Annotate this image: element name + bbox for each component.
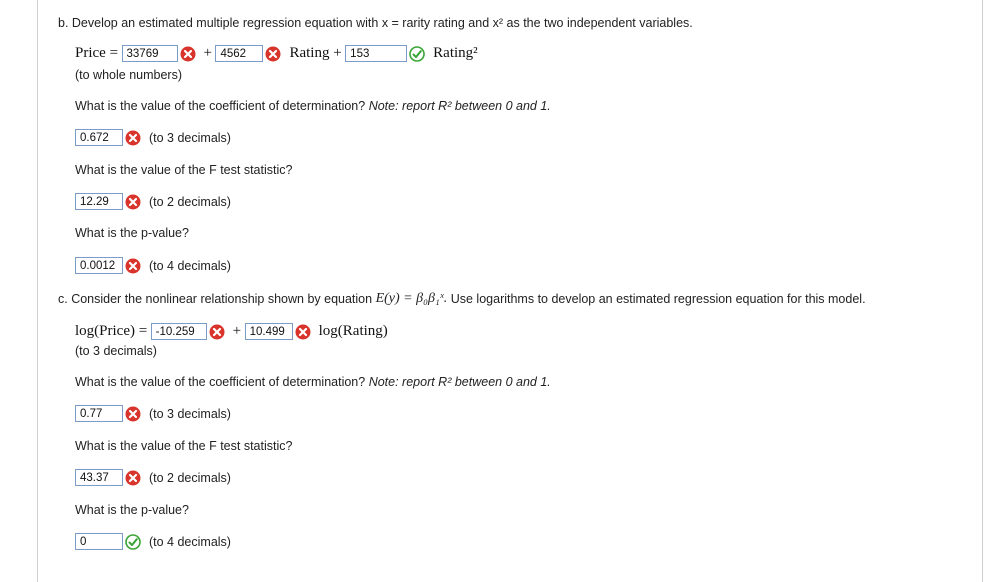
c-r2-question-text: What is the value of the coefficient of … <box>75 375 366 389</box>
c-f-input[interactable]: 43.37 <box>75 469 123 486</box>
incorrect-icon <box>125 130 141 146</box>
b-p-question-text: What is the p-value? <box>75 226 189 240</box>
panel-right-border <box>982 0 983 582</box>
incorrect-icon <box>295 324 311 340</box>
b-r2-note: Note: report R² between 0 and 1. <box>368 99 551 113</box>
b-f-hint: (to 2 decimals) <box>149 194 231 209</box>
incorrect-icon <box>180 46 196 62</box>
b-p-hint: (to 4 decimals) <box>149 258 231 273</box>
rating-squared-label: Rating² <box>433 45 478 61</box>
plus-sign: + <box>203 45 212 61</box>
rating-squared-coef-input[interactable]: 153 <box>345 45 408 62</box>
whole-numbers-text: (to whole numbers) <box>75 68 182 82</box>
part-c-question: c. Consider the nonlinear relationship s… <box>58 291 866 307</box>
b-p-answer-row: 0.0012 (to 4 decimals) <box>75 257 231 274</box>
rating-label: Rating + <box>289 45 342 61</box>
incorrect-icon <box>265 46 281 62</box>
c-f-answer-row: 43.37 (to 2 decimals) <box>75 469 231 486</box>
part-b-question-vars: x = rarity rating and x² as the two inde… <box>381 16 693 30</box>
c-r2-input[interactable]: 0.77 <box>75 405 123 422</box>
c-r2-answer-row: 0.77 (to 3 decimals) <box>75 405 231 422</box>
incorrect-icon <box>125 470 141 486</box>
rating-coef-input[interactable]: 4562 <box>215 45 264 62</box>
b-f-question-text: What is the value of the F test statisti… <box>75 163 293 177</box>
part-c-question-start: c. Consider the nonlinear relationship s… <box>58 292 373 306</box>
b-r2-answer-row: 0.672 (to 3 decimals) <box>75 129 231 146</box>
part-b-equation: Price = 33769 + 4562 Rating + 153 Rating… <box>75 45 478 62</box>
incorrect-icon <box>125 406 141 422</box>
c-f-question-text: What is the value of the F test statisti… <box>75 439 293 453</box>
correct-icon <box>409 46 425 62</box>
c-decimals-note: (to 3 decimals) <box>75 344 157 358</box>
b-r2-question-text: What is the value of the coefficient of … <box>75 99 366 113</box>
panel-left-border <box>37 0 38 582</box>
c-decimals-text: (to 3 decimals) <box>75 344 157 358</box>
part-c-question-end: Use logarithms to develop an estimated r… <box>450 292 866 306</box>
incorrect-icon <box>125 258 141 274</box>
c-p-question: What is the p-value? <box>75 503 189 517</box>
intercept-input[interactable]: 33769 <box>121 45 178 62</box>
c-f-hint: (to 2 decimals) <box>149 470 231 485</box>
b-f-answer-row: 12.29 (to 2 decimals) <box>75 193 231 210</box>
c-r2-note: Note: report R² between 0 and 1. <box>368 375 551 389</box>
b-p-question: What is the p-value? <box>75 226 189 240</box>
plus-sign: + <box>232 323 242 339</box>
b-f-input[interactable]: 12.29 <box>75 193 123 210</box>
b-p-input[interactable]: 0.0012 <box>75 257 123 274</box>
c-r2-question: What is the value of the coefficient of … <box>75 375 551 389</box>
part-b-question-text: b. Develop an estimated multiple regress… <box>58 16 379 30</box>
log-price-label: log(Price) = <box>75 323 148 339</box>
part-b-question: b. Develop an estimated multiple regress… <box>58 16 693 30</box>
incorrect-icon <box>125 194 141 210</box>
c-p-input[interactable]: 0 <box>75 533 123 550</box>
log-intercept-input[interactable]: -10.259 <box>150 323 207 340</box>
c-p-hint: (to 4 decimals) <box>149 534 231 549</box>
log-rating-label: log(Rating) <box>318 323 388 339</box>
c-r2-hint: (to 3 decimals) <box>149 406 231 421</box>
correct-icon <box>125 534 141 550</box>
b-r2-input[interactable]: 0.672 <box>75 129 123 146</box>
c-f-question: What is the value of the F test statisti… <box>75 439 292 453</box>
incorrect-icon <box>209 324 225 340</box>
price-label: Price = <box>75 45 119 61</box>
c-p-answer-row: 0 (to 4 decimals) <box>75 533 231 550</box>
b-r2-question: What is the value of the coefficient of … <box>75 99 551 113</box>
b-f-question: What is the value of the F test statisti… <box>75 163 292 177</box>
whole-numbers-note: (to whole numbers) <box>75 68 182 82</box>
part-c-equation-row: log(Price) = -10.259 + 10.499 log(Rating… <box>75 323 388 340</box>
c-p-question-text: What is the p-value? <box>75 503 189 517</box>
part-c-equation: E(y) = β₀β₁ˣ. <box>375 291 448 306</box>
b-r2-hint: (to 3 decimals) <box>149 130 231 145</box>
log-slope-input[interactable]: 10.499 <box>244 323 293 340</box>
